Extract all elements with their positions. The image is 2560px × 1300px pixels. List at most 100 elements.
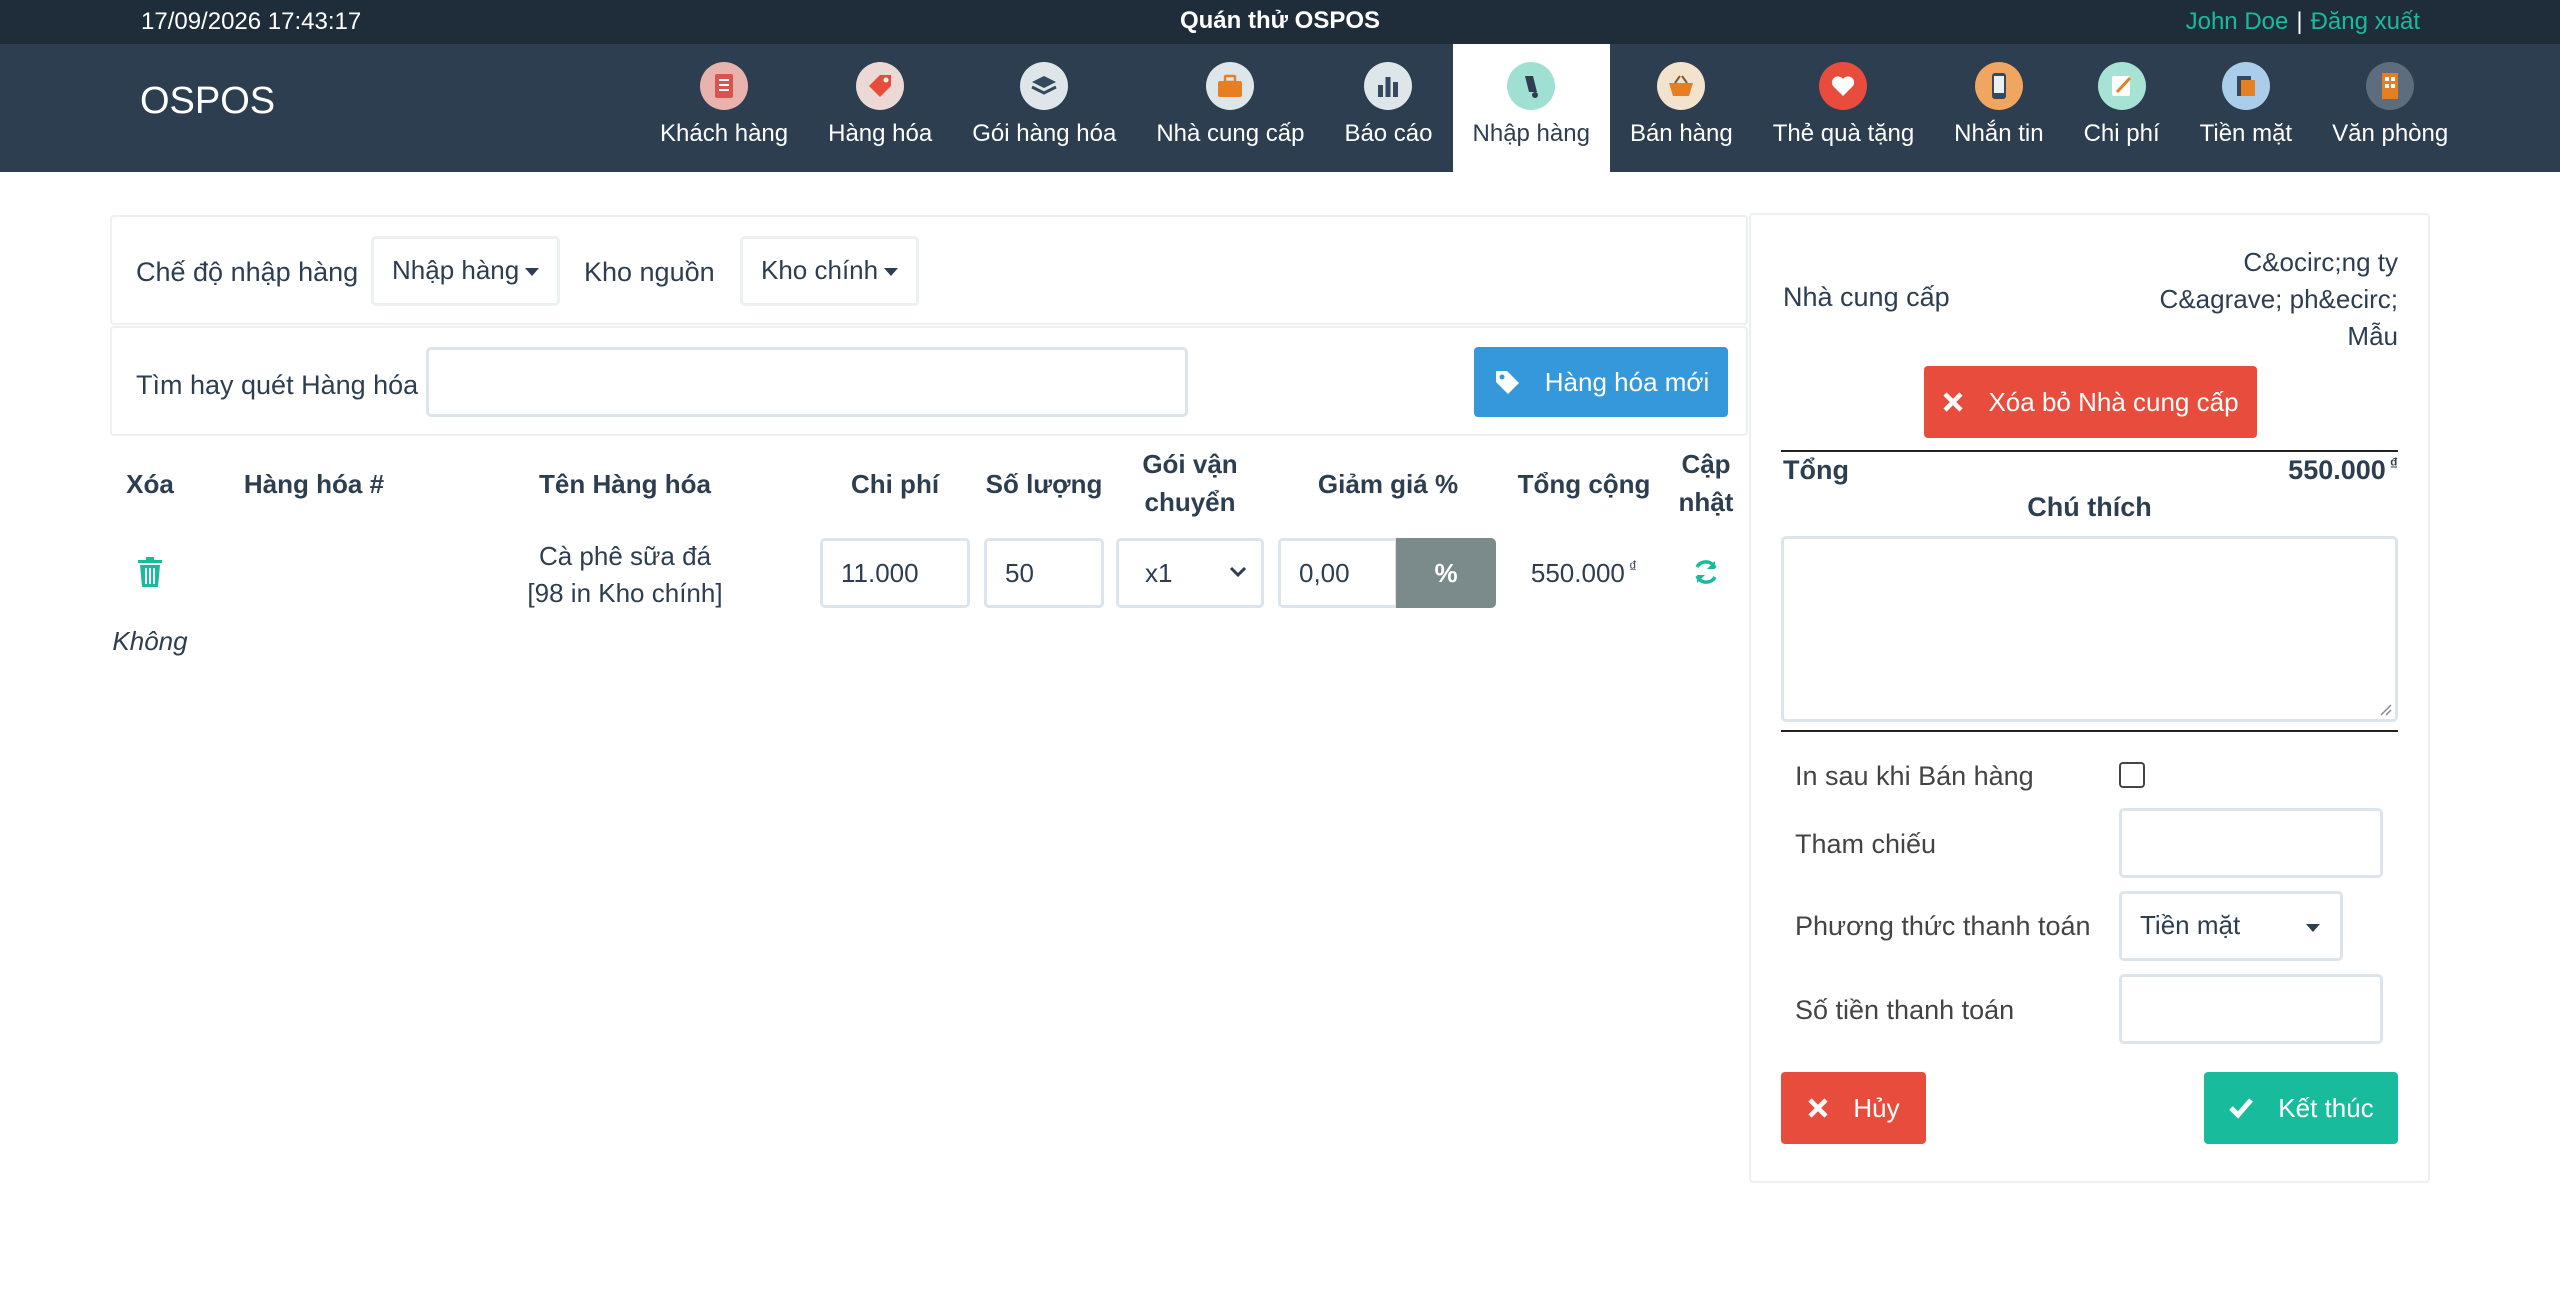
nav-item-reports[interactable]: Báo cáo [1324,44,1452,172]
nav-label-customers: Khách hàng [660,120,789,147]
item-name-cell: Cà phê sữa đá [98 in Kho chính] [500,538,750,612]
col-header-delete: Xóa [126,469,174,499]
cancel-button[interactable]: Hủy [1781,1072,1926,1144]
close-icon [1943,392,1964,412]
nav-label-office: Văn phòng [2332,120,2449,147]
reference-input[interactable] [2119,808,2383,878]
receiving-mode-panel: Chế độ nhập hàng Nhập hàng Kho nguồn Kho… [110,215,1748,325]
store-name: Quán thử OSPOS [1179,7,1381,34]
col-header-total: Tổng cộng [1517,469,1651,499]
nav-item-customers[interactable]: Khách hàng [640,44,808,172]
tag-icon [1495,371,1519,394]
nav-label-giftcards: Thẻ quà tặng [1772,120,1915,147]
supplier-label: Nhà cung cấp [1783,282,1950,312]
close-icon [1808,1098,1828,1118]
divider [1781,450,2398,452]
supplier-name: C&ocirc;ng ty C&agrave; ph&ecirc; Mẫu [2160,244,2398,355]
new-item-button[interactable]: Hàng hóa mới [1474,347,1728,417]
total-label: Tổng [1783,455,1849,485]
nav-item-expenses[interactable]: Chi phí [2064,44,2180,172]
amount-tendered-label: Số tiền thanh toán [1795,995,2015,1025]
col-header-ship-pack-line1: Gói vận [1142,449,1238,479]
resize-handle-icon[interactable] [2378,702,2392,716]
cancel-button-label: Hủy [1853,1092,1900,1123]
comment-label: Chú thích [2027,492,2152,522]
nav-label-suppliers: Nhà cung cấp [1156,120,1305,147]
col-header-ship-pack: Gói vận chuyển [1110,445,1270,521]
nav-label-messages: Nhắn tin [1954,120,2044,147]
office-icon [2366,62,2415,110]
quantity-input[interactable]: 50 [984,538,1104,608]
nav-item-giftcards[interactable]: Thẻ quà tặng [1753,44,1934,172]
customers-icon [700,62,749,110]
stock-location-dropdown[interactable]: Kho chính [740,236,920,306]
item-stock-info: [98 in Kho chính] [527,578,723,608]
payment-type-label: Phương thức thanh toán [1795,911,2091,941]
total-value: 550.000 [2288,455,2386,485]
expenses-note-icon [2097,62,2146,110]
trash-icon[interactable] [136,556,164,593]
module-nav: Khách hàng Hàng hóa Gói hàng hóa Nhà cun… [640,44,2468,172]
item-name: Cà phê sữa đá [538,541,712,571]
discount-input[interactable]: 0,00 [1278,538,1398,608]
reports-chart-icon [1364,62,1413,110]
supplier-name-line2: C&agrave; ph&ecirc; [2159,284,2398,314]
discount-type-label: % [1434,557,1458,588]
item-kits-layers-icon [1020,62,1069,110]
print-after-sale-checkbox[interactable] [2119,762,2145,788]
mode-dropdown[interactable]: Nhập hàng [371,236,561,306]
ship-pack-value: x1 [1145,558,1173,588]
col-header-discount: Giảm giá % [1317,469,1459,499]
user-name-link[interactable]: John Doe [2186,8,2289,35]
discount-type-toggle[interactable]: % [1396,538,1496,608]
item-search-panel: Tìm hay quét Hàng hóa Hàng hóa mới [110,326,1748,436]
nav-item-item-kits[interactable]: Gói hàng hóa [952,44,1136,172]
col-header-update-line2: nhật [1678,487,1734,517]
cashups-icon [2221,62,2270,110]
nav-item-messages[interactable]: Nhắn tin [1934,44,2063,172]
nav-label-reports: Báo cáo [1344,120,1433,147]
ship-pack-select[interactable]: x1 [1116,538,1264,608]
col-header-update: Cập nhật [1666,445,1746,521]
nav-label-expenses: Chi phí [2083,120,2160,147]
col-header-update-line1: Cập [1681,449,1731,479]
payment-type-value: Tiền mặt [2140,910,2241,940]
remove-supplier-button[interactable]: Xóa bỏ Nhà cung cấp [1924,366,2257,438]
sales-basket-icon [1657,62,1706,110]
col-header-quantity: Số lượng [985,469,1103,499]
nav-item-office[interactable]: Văn phòng [2312,44,2468,172]
nav-item-cashups[interactable]: Tiền mặt [2180,44,2312,172]
nav-label-sales: Bán hàng [1629,120,1733,147]
nav-label-cashups: Tiền mặt [2199,120,2293,147]
item-search-input[interactable] [426,347,1188,417]
amount-tendered-input[interactable] [2119,974,2383,1044]
supplier-name-line1: C&ocirc;ng ty [2243,247,2398,277]
suppliers-briefcase-icon [1206,62,1255,110]
nav-item-items[interactable]: Hàng hóa [808,44,952,172]
mode-label: Chế độ nhập hàng [136,257,359,287]
cost-input[interactable]: 11.000 [820,538,970,608]
logout-link[interactable]: Đăng xuất [2311,8,2420,35]
col-header-item-name: Tên Hàng hóa [539,469,711,499]
user-area: John Doe | Đăng xuất [2186,8,2420,36]
caret-down-icon [884,268,899,277]
item-note: Không [112,626,188,656]
complete-button-label: Kết thúc [2278,1092,2374,1123]
nav-item-suppliers[interactable]: Nhà cung cấp [1136,44,1324,172]
receiving-summary-panel: Nhà cung cấp C&ocirc;ng ty C&agrave; ph&… [1749,213,2430,1183]
col-header-ship-pack-line2: chuyển [1144,487,1236,517]
stock-location-label: Kho nguồn [584,257,715,287]
new-item-button-label: Hàng hóa mới [1544,366,1710,397]
giftcards-heart-icon [1819,62,1868,110]
comment-textarea[interactable] [1781,536,2398,722]
nav-item-receivings[interactable]: Nhập hàng [1452,44,1610,172]
items-tag-icon [856,62,905,110]
nav-item-sales[interactable]: Bán hàng [1610,44,1753,172]
refresh-icon[interactable] [1692,558,1720,591]
reference-label: Tham chiếu [1795,829,1937,859]
complete-button[interactable]: Kết thúc [2204,1072,2398,1144]
payment-type-dropdown[interactable]: Tiền mặt [2119,891,2343,961]
remove-supplier-label: Xóa bỏ Nhà cung cấp [1988,386,2239,417]
brand-logo[interactable]: OSPOS [140,80,275,123]
stock-location-value: Kho chính [761,255,879,285]
